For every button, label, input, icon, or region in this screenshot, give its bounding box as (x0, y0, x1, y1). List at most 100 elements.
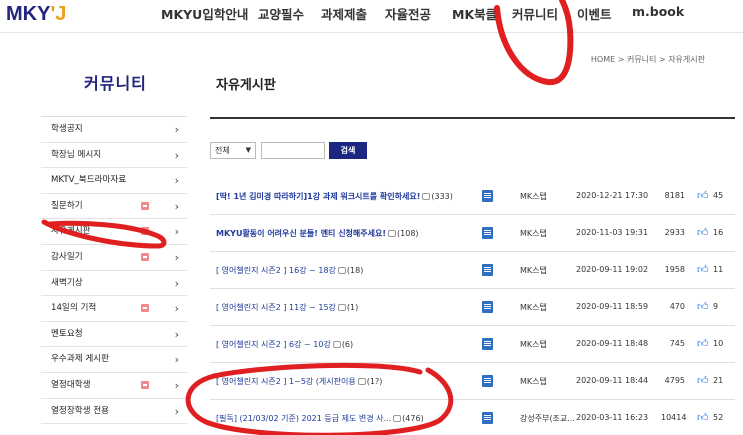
post-date: 2020-09-11 18:59 (576, 302, 649, 311)
search-input[interactable] (261, 142, 325, 159)
sidebar-item[interactable]: 학장님 메시지 › (41, 143, 187, 169)
sidebar-item[interactable]: 감사일기 › (41, 245, 187, 271)
attachment-icon (482, 338, 493, 350)
chevron-right-icon: › (174, 276, 179, 290)
search-button[interactable]: 검색 (329, 142, 367, 159)
sidebar-item-label: 감사일기 (51, 251, 83, 262)
nav-divider (0, 32, 743, 33)
sidebar-item-label: 새벽기상 (51, 277, 83, 288)
table-row: [ 영어챌린지 시즌2 ] 1~5강 (게시판이용 (1?) MK스탭 2020-09… (210, 363, 735, 400)
sidebar-item[interactable]: 새벽기상 › (41, 271, 187, 297)
post-likes: 21 (713, 376, 724, 385)
chevron-right-icon: › (174, 199, 179, 213)
post-views: 10414 (661, 413, 687, 422)
post-title: [ 영어챌린지 시즌2 ] 1~5강 (게시판이용 (216, 377, 356, 386)
nav-mk-book[interactable]: MK북클 (452, 4, 497, 23)
comment-count: (108) (397, 229, 419, 238)
new-badge-icon (141, 227, 149, 236)
post-likes: 52 (713, 413, 724, 422)
top-navigation: MKY'J MKYU입학안내 교양필수 과제제출 자율전공 MK북클 커뮤니티 … (0, 0, 743, 32)
post-date: 2020-09-11 18:48 (576, 339, 649, 348)
post-title: [필독] (21/03/02 기준) 2021 등급 제도 변경 사... (216, 414, 392, 423)
post-title-link[interactable]: [필독] (21/03/02 기준) 2021 등급 제도 변경 사... (47… (216, 413, 424, 424)
thumbs-up-icon[interactable]: 👍︎ (697, 411, 709, 424)
nav-community[interactable]: 커뮤니티 (512, 4, 558, 23)
comment-icon (388, 230, 397, 237)
nav-liberal-arts[interactable]: 교양필수 (258, 4, 304, 23)
post-title-link[interactable]: MKYU활동이 어려우신 분들! 멘티 신청해주세요! (108) (216, 228, 419, 239)
sidebar-item[interactable]: 질문하기 › (41, 194, 187, 220)
sidebar-item-label: 멘토요청 (51, 328, 83, 339)
chevron-right-icon: › (174, 353, 179, 367)
nav-admission[interactable]: MKYU입학안내 (161, 4, 248, 23)
post-likes: 9 (713, 302, 719, 311)
thumbs-up-icon[interactable]: 👍︎ (697, 300, 709, 313)
post-date: 2020-09-11 19:02 (576, 265, 649, 274)
attachment-icon (482, 264, 493, 276)
new-badge-icon (141, 201, 149, 210)
post-views: 4795 (664, 376, 685, 385)
sidebar-item[interactable]: 열정장학생 전용 › (41, 399, 187, 425)
table-row: [필독] (21/03/02 기준) 2021 등급 제도 변경 사... (47… (210, 400, 735, 435)
post-title-link[interactable]: [ 영어챌린지 시즌2 ] 6강 ~ 10강 (6) (216, 339, 353, 350)
chevron-right-icon: › (174, 378, 179, 392)
post-views: 470 (669, 302, 685, 311)
comment-icon (332, 341, 341, 348)
post-title-link[interactable]: [ 영어챌린지 시즌2 ] 11강 ~ 15강 (1) (216, 302, 358, 313)
sidebar-item[interactable]: 학생공지 › (41, 117, 187, 143)
category-select[interactable]: 전체 ▼ (210, 142, 256, 159)
post-title: [ 영어챌린지 시즌2 ] 16강 ~ 18강 (216, 266, 336, 275)
logo[interactable]: MKY'J (6, 3, 66, 26)
sidebar-item[interactable]: 14일의 기적 › (41, 296, 187, 322)
sidebar-item-label: 학생공지 (51, 124, 83, 134)
nav-major[interactable]: 자율전공 (385, 4, 431, 23)
attachment-icon (482, 301, 493, 313)
sidebar-item[interactable]: 열정대학생 › (41, 373, 187, 399)
post-likes: 16 (713, 228, 724, 237)
post-views: 8181 (664, 191, 685, 200)
comment-icon (337, 304, 346, 311)
post-title-link[interactable]: [ 영어챌린지 시즌2 ] 1~5강 (게시판이용 (1?) (216, 376, 382, 387)
breadcrumb: HOME > 커뮤니티 > 자유게시판 (590, 55, 705, 64)
post-title-link[interactable]: [ 영어챌린지 시즌2 ] 16강 ~ 18강 (18) (216, 265, 363, 276)
nav-event[interactable]: 이벤트 (577, 4, 612, 23)
chevron-right-icon: › (174, 123, 179, 136)
table-row: [딱! 1년 김미경 따라하기]1강 과제 워크시트를 확인하세요! (333) M… (210, 178, 735, 215)
chevron-right-icon: › (174, 250, 179, 264)
post-writer: 강성주부(조교... (520, 414, 575, 423)
post-title: [딱! 1년 김미경 따라하기]1강 과제 워크시트를 확인하세요! (216, 192, 421, 201)
post-date: 2020-09-11 18:44 (576, 376, 649, 385)
sidebar-item[interactable]: 우수과제 게시판 › (41, 347, 187, 373)
thumbs-up-icon[interactable]: 👍︎ (697, 189, 709, 202)
chevron-right-icon: › (174, 174, 179, 188)
thumbs-up-icon[interactable]: 👍︎ (697, 263, 709, 276)
post-date: 2020-03-11 16:23 (576, 413, 649, 422)
post-likes: 10 (713, 339, 724, 348)
sidebar-title: 커뮤니티 (84, 74, 147, 93)
chevron-right-icon: › (174, 327, 179, 341)
sidebar-item-label: 우수과제 게시판 (51, 354, 110, 365)
sidebar-item-label: MKTV_북드라마자료 (51, 175, 127, 186)
thumbs-up-icon[interactable]: 👍︎ (697, 226, 709, 239)
sidebar-item[interactable]: 자유게시판 › (41, 219, 187, 245)
sidebar-item[interactable]: 멘토요청 › (41, 322, 187, 348)
comment-icon (337, 267, 346, 274)
sidebar-item-label: 14일의 기적 (51, 303, 97, 314)
post-date: 2020-11-03 19:31 (576, 228, 649, 237)
thumbs-up-icon[interactable]: 👍︎ (697, 337, 709, 350)
page-title: 자유게시판 (216, 78, 276, 93)
attachment-icon (482, 412, 493, 424)
chevron-right-icon: › (174, 225, 179, 239)
nav-mbook[interactable]: m.book (632, 4, 684, 19)
comment-count: (1?) (366, 377, 383, 386)
nav-assignment[interactable]: 과제제출 (321, 4, 367, 23)
post-title-link[interactable]: [딱! 1년 김미경 따라하기]1강 과제 워크시트를 확인하세요! (333) (216, 191, 453, 202)
post-views: 745 (669, 339, 685, 348)
post-likes: 45 (713, 191, 724, 200)
sidebar-item-label: 질문하기 (51, 200, 83, 211)
post-writer: MK스탭 (520, 192, 547, 201)
sidebar-item[interactable]: MKTV_북드라마자료 › (41, 168, 187, 194)
thumbs-up-icon[interactable]: 👍︎ (697, 374, 709, 387)
table-row: [ 영어챌린지 시즌2 ] 6강 ~ 10강 (6) MK스탭 2020-09-11 … (210, 326, 735, 363)
chevron-right-icon: › (174, 148, 179, 162)
